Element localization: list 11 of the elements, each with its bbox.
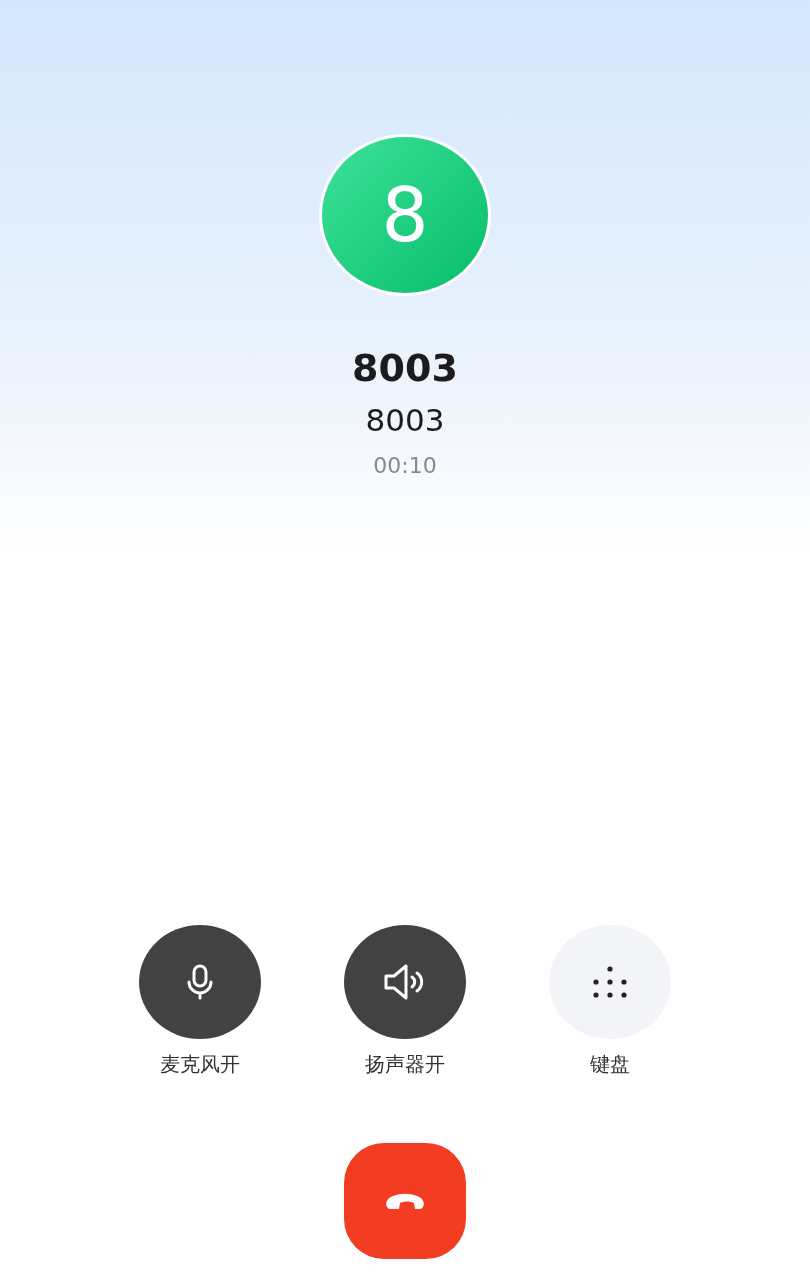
control-label: 扬声器开 [365, 1051, 445, 1079]
end-call-button[interactable] [344, 1143, 466, 1260]
call-duration: 00:10 [373, 452, 437, 480]
avatar: 8 [319, 134, 491, 296]
keypad-icon [593, 966, 627, 999]
microphone-icon [187, 964, 213, 1001]
control-label: 麦克风开 [160, 1051, 240, 1079]
control-label: 键盘 [590, 1051, 630, 1079]
phone-number: 8003 [365, 401, 445, 439]
hang-up-icon [385, 1192, 425, 1211]
contact-name: 8003 [352, 346, 458, 392]
